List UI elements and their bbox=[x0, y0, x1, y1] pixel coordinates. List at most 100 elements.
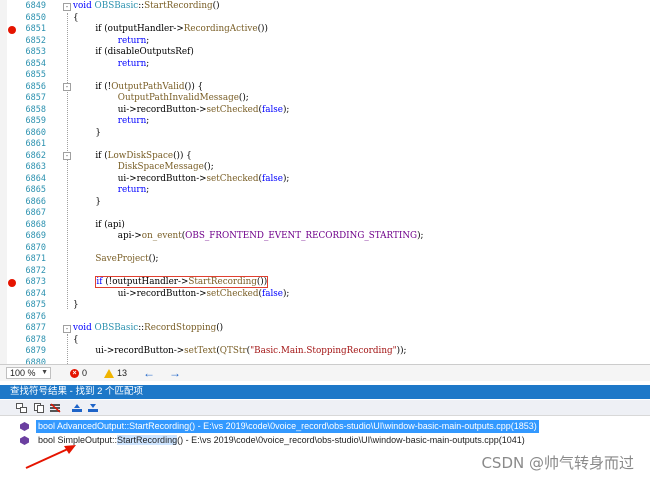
line-number: 6862 bbox=[25, 150, 46, 161]
line-number: 6869 bbox=[25, 231, 46, 241]
line-number: 6870 bbox=[25, 242, 46, 253]
code-line[interactable]: 6857 OutputPathInvalidMessage(); bbox=[0, 93, 650, 105]
line-number: 6867 bbox=[25, 208, 46, 218]
code-line[interactable]: 6851 if (outputHandler->RecordingActive(… bbox=[0, 24, 650, 36]
result-match: StartRecording bbox=[129, 421, 190, 431]
line-number: 6871 bbox=[25, 254, 46, 264]
line-number: 6853 bbox=[25, 47, 46, 57]
editor-status-bar: 100 % ▼ × 0 13 ← → bbox=[0, 364, 650, 381]
code-text: void OBSBasic::RecordStopping() bbox=[73, 323, 224, 333]
warnings-indicator[interactable]: 13 bbox=[104, 368, 127, 378]
code-editor[interactable]: 6849- void OBSBasic::StartRecording() 6850… bbox=[0, 0, 650, 364]
line-number: 6856 bbox=[25, 81, 46, 92]
line-number: 6849 bbox=[25, 1, 46, 11]
results-toolbar bbox=[0, 400, 650, 416]
line-number: 6868 bbox=[25, 219, 46, 230]
line-number: 6878 bbox=[25, 334, 46, 345]
code-line[interactable]: 6869 api->on_event(OBS_FRONTEND_EVENT_RE… bbox=[0, 231, 650, 243]
code-line[interactable]: 6877 - void OBSBasic::RecordStopping() bbox=[0, 323, 650, 335]
line-number: 6875 bbox=[25, 300, 46, 310]
copy-icon[interactable] bbox=[34, 403, 45, 413]
code-text: return; bbox=[117, 185, 150, 195]
code-line[interactable]: 6853 if (disableOutputsRef) bbox=[0, 47, 650, 59]
line-number: 6876 bbox=[25, 311, 46, 322]
result-suffix: () - E:\vs 2019\code\0voice_record\obs-s… bbox=[189, 421, 537, 431]
code-text: ui->recordButton->setText(QTStr("Basic.M… bbox=[73, 346, 407, 356]
code-line[interactable]: 6870 bbox=[0, 243, 650, 255]
result-prefix: bool AdvancedOutput:: bbox=[38, 421, 130, 431]
code-line[interactable]: 6852 return; bbox=[0, 36, 650, 48]
line-number: 6855 bbox=[25, 70, 46, 80]
navigate-forward-icon[interactable]: → bbox=[169, 366, 181, 380]
line-number: 6877 bbox=[25, 323, 46, 333]
line-number: 6860 bbox=[25, 127, 46, 138]
code-text: } bbox=[73, 300, 79, 310]
code-line[interactable]: 6860 } bbox=[0, 128, 650, 140]
fold-toggle-icon[interactable]: - bbox=[63, 152, 71, 160]
errors-indicator[interactable]: × 0 bbox=[70, 368, 87, 378]
fold-toggle-icon[interactable]: - bbox=[63, 83, 71, 91]
code-text: return; bbox=[117, 35, 150, 46]
code-text: if (disableOutputsRef) bbox=[73, 47, 194, 57]
code-line[interactable]: 6861 bbox=[0, 139, 650, 151]
warning-icon bbox=[104, 368, 114, 378]
line-number: 6851 bbox=[25, 24, 46, 34]
breakpoint-icon[interactable] bbox=[8, 278, 16, 287]
code-text: if (api) bbox=[73, 219, 125, 230]
watermark: CSDN @帅气转身而过 bbox=[481, 454, 634, 472]
line-number: 6874 bbox=[25, 288, 46, 299]
fold-toggle-icon[interactable]: - bbox=[63, 324, 71, 333]
code-text: } bbox=[73, 196, 101, 207]
fold-toggle-icon[interactable]: - bbox=[63, 2, 71, 11]
find-symbol-results-title: 查找符号结果 - 找到 2 个匹配项 bbox=[0, 385, 650, 399]
line-number: 6865 bbox=[25, 185, 46, 195]
zoom-value: 100 % bbox=[10, 368, 36, 378]
clear-results-icon[interactable] bbox=[50, 403, 61, 413]
code-line[interactable]: 6856 - if (!OutputPathValid()) { bbox=[0, 82, 650, 94]
code-line[interactable]: 6858 ui->recordButton->setChecked(false)… bbox=[0, 105, 650, 117]
code-line[interactable]: 6867 bbox=[0, 208, 650, 220]
code-line[interactable]: 6855 bbox=[0, 70, 650, 82]
line-number: 6863 bbox=[25, 162, 46, 172]
line-number: 6873 bbox=[25, 277, 46, 287]
code-text: { bbox=[73, 334, 79, 345]
code-text: OutputPathInvalidMessage(); bbox=[117, 93, 249, 103]
code-line[interactable]: 6871 SaveProject(); bbox=[0, 254, 650, 266]
code-text: { bbox=[73, 12, 79, 23]
code-line[interactable]: 6863 DiskSpaceMessage(); bbox=[0, 162, 650, 174]
collapse-all-icon[interactable] bbox=[16, 403, 27, 413]
line-number: 6858 bbox=[25, 104, 46, 115]
code-line[interactable]: 6854 return; bbox=[0, 59, 650, 71]
code-line[interactable]: 6864 ui->recordButton->setChecked(false)… bbox=[0, 174, 650, 186]
code-line[interactable]: 6874 ui->recordButton->setChecked(false)… bbox=[0, 289, 650, 301]
line-number: 6854 bbox=[25, 58, 46, 69]
previous-result-icon[interactable] bbox=[72, 403, 83, 413]
chevron-down-icon: ▼ bbox=[41, 369, 48, 376]
code-line[interactable]: 6866 } bbox=[0, 197, 650, 209]
code-line[interactable]: 6850 { bbox=[0, 13, 650, 25]
code-line[interactable]: 6875} bbox=[0, 300, 650, 312]
zoom-dropdown[interactable]: 100 % ▼ bbox=[6, 367, 51, 379]
code-line[interactable]: 6868 if (api) bbox=[0, 220, 650, 232]
result-match: StartRecording bbox=[117, 435, 178, 445]
line-number: 6859 bbox=[25, 116, 46, 126]
breakpoint-icon[interactable] bbox=[8, 25, 16, 34]
code-line[interactable]: 6873 if (!outputHandler->StartRecording(… bbox=[0, 276, 650, 289]
code-line[interactable]: 6878 { bbox=[0, 335, 650, 347]
line-number: 6872 bbox=[25, 265, 46, 276]
code-line[interactable]: 6876 bbox=[0, 312, 650, 324]
code-line[interactable]: 6859 return; bbox=[0, 116, 650, 128]
code-text: void OBSBasic::StartRecording() bbox=[73, 1, 220, 11]
line-number: 6861 bbox=[25, 139, 46, 149]
next-result-icon[interactable] bbox=[88, 403, 99, 413]
code-text: return; bbox=[117, 116, 150, 126]
method-icon bbox=[20, 422, 29, 431]
code-line[interactable]: 6879 ui->recordButton->setText(QTStr("Ba… bbox=[0, 346, 650, 358]
code-line[interactable]: 6849 - void OBSBasic::StartRecording() bbox=[0, 1, 650, 13]
code-line[interactable]: 6865 return; bbox=[0, 185, 650, 197]
code-line[interactable]: 6862 - if (LowDiskSpace()) { bbox=[0, 151, 650, 163]
code-text: api->on_event(OBS_FRONTEND_EVENT_RECORDI… bbox=[73, 231, 424, 241]
code-text: if (!outputHandler->StartRecording()) bbox=[95, 276, 269, 288]
result-text: bool AdvancedOutput::StartRecording() - … bbox=[36, 420, 539, 433]
navigate-back-icon[interactable]: ← bbox=[143, 366, 155, 380]
